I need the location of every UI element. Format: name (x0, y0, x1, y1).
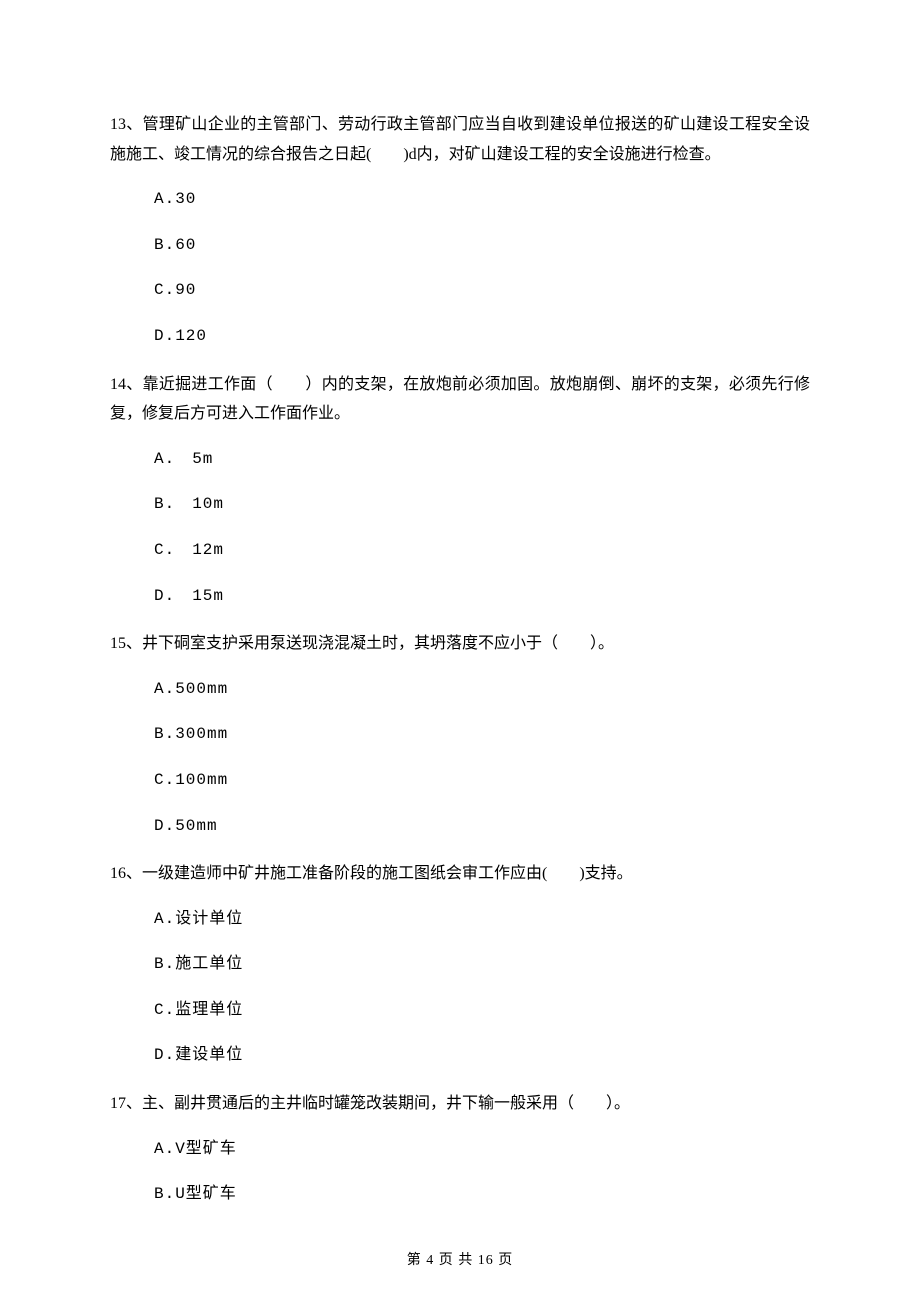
question-text: 16、一级建造师中矿井施工准备阶段的施工图纸会审工作应由( )支持。 (110, 859, 810, 889)
option-a: A.500mm (110, 677, 810, 703)
option-a: A.V型矿车 (110, 1137, 810, 1163)
option-c: C. 12m (110, 538, 810, 564)
question-number: 15、 (110, 635, 142, 652)
option-d: D. 15m (110, 584, 810, 610)
option-c: C.100mm (110, 768, 810, 794)
question-body: 靠近掘进工作面（ ）内的支架，在放炮前必须加固。放炮崩倒、崩坏的支架，必须先行修… (110, 376, 810, 423)
question-17: 17、主、副井贯通后的主井临时罐笼改装期间，井下输一般采用（ ）。 A.V型矿车… (110, 1089, 810, 1208)
option-d: D.建设单位 (110, 1043, 810, 1069)
option-b: B.U型矿车 (110, 1182, 810, 1208)
question-text: 17、主、副井贯通后的主井临时罐笼改装期间，井下输一般采用（ ）。 (110, 1089, 810, 1119)
question-number: 16、 (110, 865, 142, 882)
question-text: 15、井下硐室支护采用泵送现浇混凝土时，其坍落度不应小于（ ）。 (110, 629, 810, 659)
question-13: 13、管理矿山企业的主管部门、劳动行政主管部门应当自收到建设单位报送的矿山建设工… (110, 110, 810, 350)
option-d: D.50mm (110, 814, 810, 840)
option-b: B. 10m (110, 492, 810, 518)
option-a: A.30 (110, 187, 810, 213)
question-number: 17、 (110, 1095, 142, 1112)
question-16: 16、一级建造师中矿井施工准备阶段的施工图纸会审工作应由( )支持。 A.设计单… (110, 859, 810, 1069)
option-c: C.监理单位 (110, 998, 810, 1024)
question-body: 一级建造师中矿井施工准备阶段的施工图纸会审工作应由( )支持。 (142, 865, 633, 882)
option-b: B.60 (110, 233, 810, 259)
question-text: 13、管理矿山企业的主管部门、劳动行政主管部门应当自收到建设单位报送的矿山建设工… (110, 110, 810, 169)
question-15: 15、井下硐室支护采用泵送现浇混凝土时，其坍落度不应小于（ ）。 A.500mm… (110, 629, 810, 839)
option-b: B.施工单位 (110, 952, 810, 978)
question-body: 井下硐室支护采用泵送现浇混凝土时，其坍落度不应小于（ ）。 (142, 635, 614, 652)
question-body: 管理矿山企业的主管部门、劳动行政主管部门应当自收到建设单位报送的矿山建设工程安全… (110, 116, 810, 163)
option-c: C.90 (110, 278, 810, 304)
question-body: 主、副井贯通后的主井临时罐笼改装期间，井下输一般采用（ ）。 (142, 1095, 630, 1112)
question-text: 14、靠近掘进工作面（ ）内的支架，在放炮前必须加固。放炮崩倒、崩坏的支架，必须… (110, 370, 810, 429)
question-number: 14、 (110, 376, 143, 393)
question-number: 13、 (110, 116, 143, 133)
page-footer: 第 4 页 共 16 页 (0, 1250, 920, 1272)
option-a: A.设计单位 (110, 907, 810, 933)
option-a: A. 5m (110, 447, 810, 473)
option-d: D.120 (110, 324, 810, 350)
question-14: 14、靠近掘进工作面（ ）内的支架，在放炮前必须加固。放炮崩倒、崩坏的支架，必须… (110, 370, 810, 610)
option-b: B.300mm (110, 722, 810, 748)
